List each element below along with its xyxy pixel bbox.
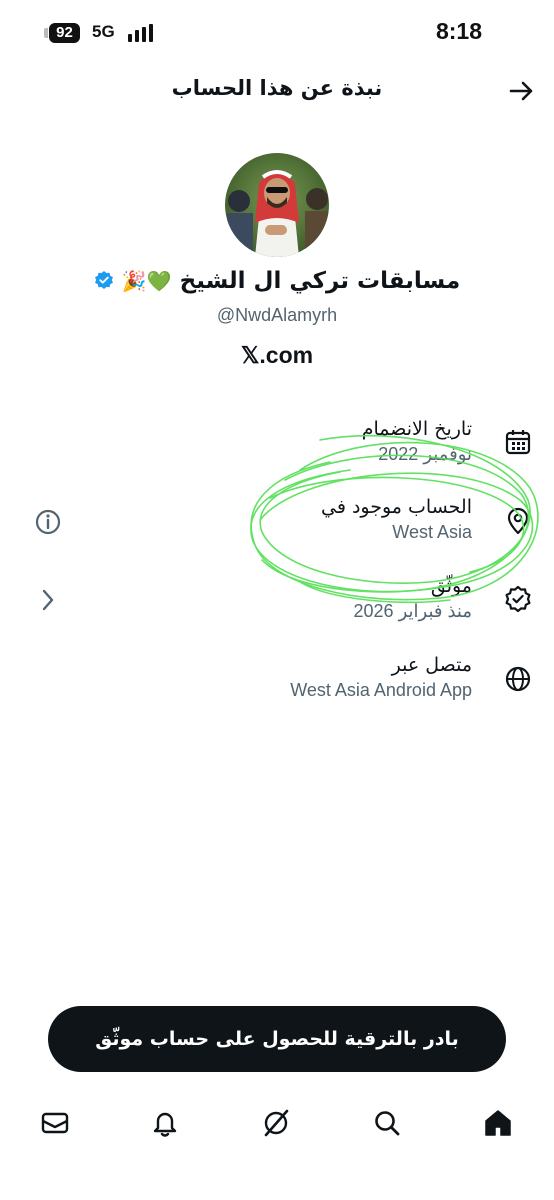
- home-indicator: [0, 1180, 554, 1200]
- mail-icon[interactable]: [40, 1108, 70, 1138]
- upgrade-button[interactable]: بادر بالترقية للحصول على حساب موثّق: [48, 1006, 506, 1072]
- info-icon[interactable]: [34, 508, 62, 536]
- bell-icon[interactable]: [150, 1108, 180, 1138]
- chevron-right-icon[interactable]: [36, 587, 60, 613]
- tab-bar: [0, 1090, 554, 1160]
- home-icon[interactable]: [483, 1108, 513, 1138]
- search-icon[interactable]: [372, 1108, 402, 1138]
- grok-icon[interactable]: [261, 1108, 291, 1138]
